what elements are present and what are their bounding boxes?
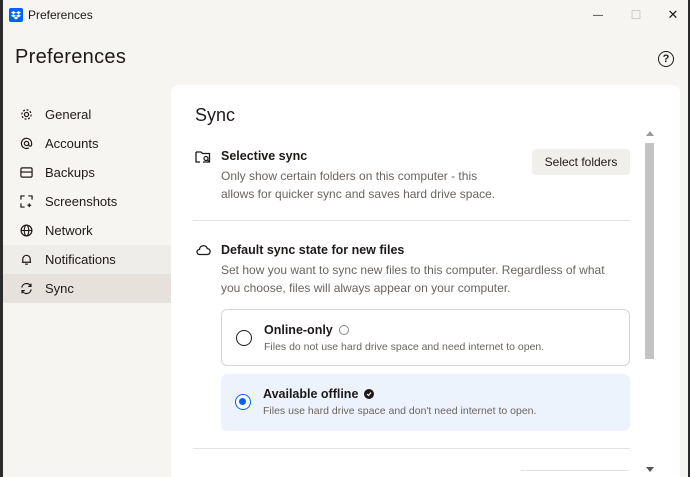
available-offline-description: Files use hard drive space and don't nee… [263,405,537,417]
at-icon [19,137,33,151]
help-button[interactable]: ? [658,51,674,67]
maximize-button[interactable]: ☐ [621,4,651,26]
default-sync-state-title: Default sync state for new files [221,243,405,257]
sidebar-item-label: Backups [45,165,95,180]
close-icon: ✕ [667,7,679,22]
online-only-title: Online-only [264,323,349,337]
selective-sync-description-line1: Only show certain folders on this comput… [221,169,478,183]
default-sync-state-description-line1: Set how you want to sync new files to th… [221,263,605,277]
cloud-icon [195,242,211,258]
close-button[interactable]: ✕ [658,4,688,26]
default-sync-state-description-line2: you choose, files will always appear on … [221,281,511,295]
gear-icon [19,108,33,122]
sync-settings-panel: Sync Selective sync Only show certain fo… [171,85,680,477]
checkmark-icon [364,389,375,399]
available-offline-label: Available offline [263,387,359,401]
sync-icon [19,282,33,296]
sidebar-item-accounts[interactable]: Accounts [3,129,171,158]
sidebar-item-label: General [45,107,92,122]
scrollbar-thumb[interactable] [645,143,654,359]
sidebar-item-label: Sync [45,281,74,296]
help-icon: ? [662,53,670,65]
next-section-edge [521,470,629,471]
online-only-radio[interactable] [236,330,252,346]
available-offline-title: Available offline [263,387,375,401]
vertical-scrollbar[interactable] [644,131,656,472]
settings-scroll-area[interactable]: Selective sync Only show certain folders… [171,127,680,477]
scroll-up-arrow-icon[interactable] [646,131,654,136]
globe-icon [19,224,33,238]
maximize-icon: ☐ [630,8,642,22]
online-only-label: Online-only [264,323,333,337]
divider [193,220,630,221]
sidebar-nav: General Accounts Backups Screenshots Net… [3,100,171,303]
backup-icon [19,166,33,180]
sidebar-item-label: Screenshots [45,194,118,209]
online-only-description: Files do not use hard drive space and ne… [264,341,545,353]
sidebar-item-sync[interactable]: Sync [3,274,171,303]
sidebar-item-label: Notifications [45,252,116,267]
divider [193,448,630,449]
minimize-button[interactable]: — [583,4,613,26]
select-folders-button[interactable]: Select folders [532,149,630,175]
sidebar-item-network[interactable]: Network [3,216,171,245]
page-title: Preferences [15,46,127,68]
panel-title: Sync [195,105,236,125]
sidebar-item-screenshots[interactable]: Screenshots [3,187,171,216]
selective-sync-title: Selective sync [221,149,308,163]
sidebar-item-label: Network [45,223,93,238]
selective-sync-description-line2: allows for quicker sync and saves hard d… [221,187,496,201]
sidebar-item-general[interactable]: General [3,100,171,129]
sidebar-item-backups[interactable]: Backups [3,158,171,187]
scroll-down-arrow-icon[interactable] [646,467,654,472]
title-bar: Preferences — ☐ ✕ [3,0,688,30]
minimize-icon: — [593,9,603,21]
folder-search-icon [195,149,211,165]
dropbox-logo-icon [9,8,23,22]
online-only-option[interactable]: Online-only Files do not use hard drive … [221,309,630,366]
sidebar-item-label: Accounts [45,136,99,151]
screenshot-icon [19,195,33,209]
online-only-status-icon [338,325,349,335]
window-title: Preferences [28,8,93,22]
sidebar-item-notifications[interactable]: Notifications [3,245,171,274]
bell-icon [19,253,33,267]
available-offline-option[interactable]: Available offline Files use hard drive s… [221,374,630,431]
available-offline-radio[interactable] [235,394,251,410]
